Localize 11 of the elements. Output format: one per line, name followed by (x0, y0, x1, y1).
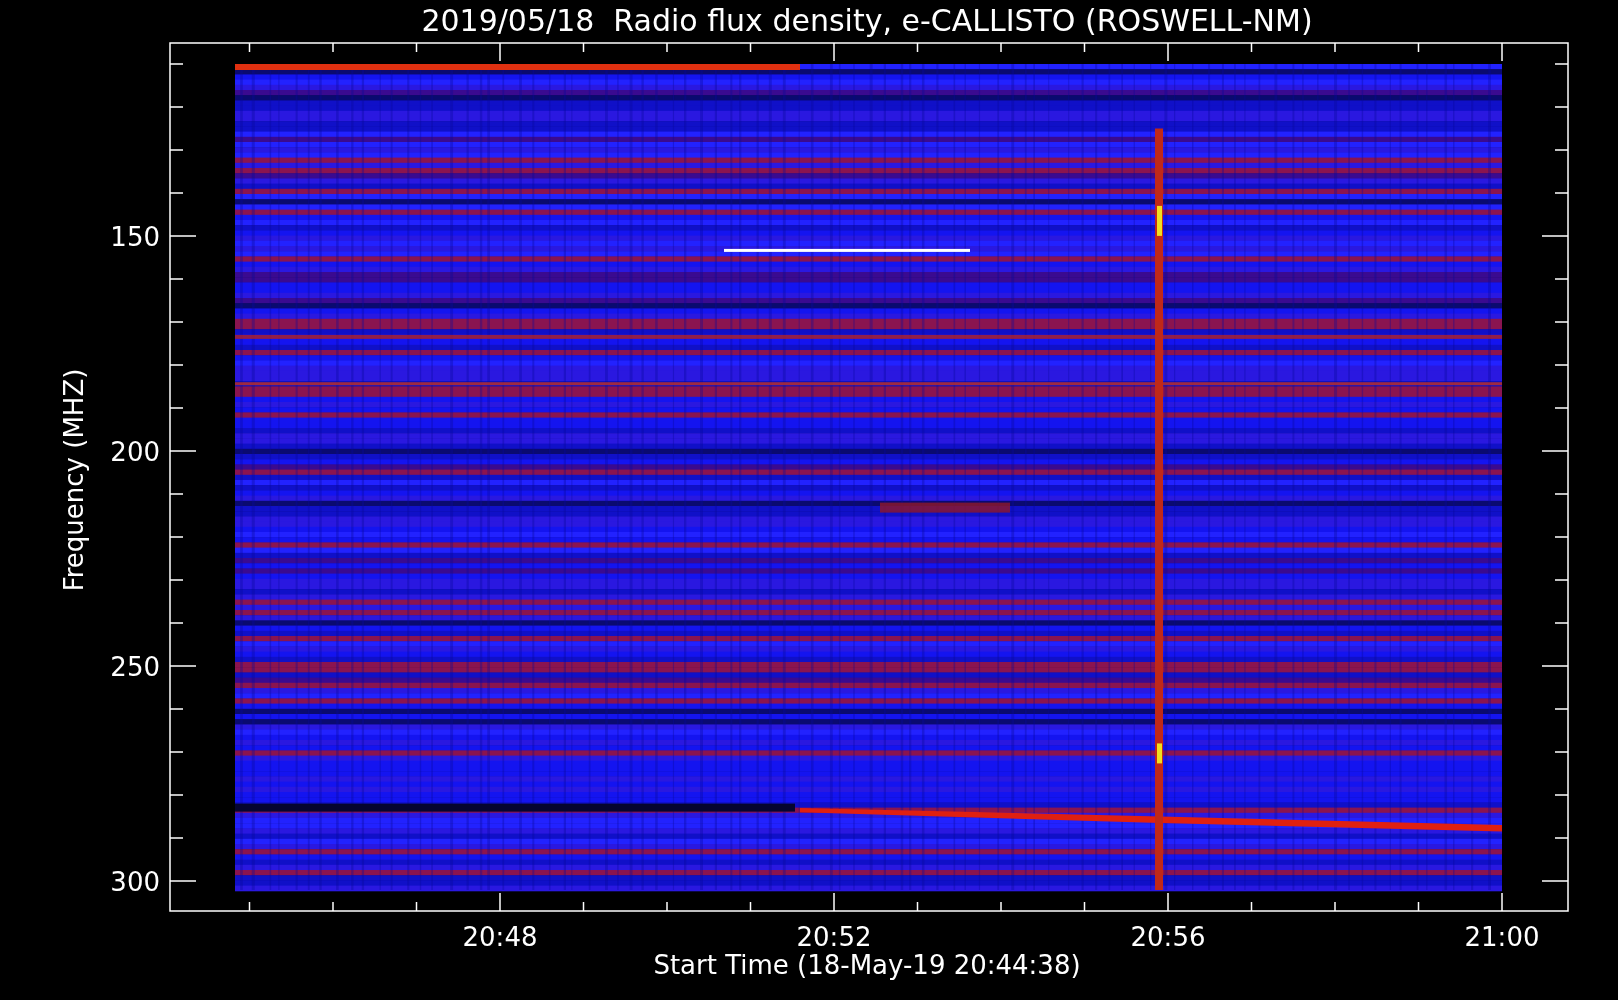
y-tick-label: 200 (110, 437, 160, 467)
x-tick-label: 21:00 (1464, 922, 1540, 952)
y-tick-label: 300 (110, 867, 160, 897)
x-axis-title: Start Time (18-May-19 20:44:38) (653, 950, 1081, 980)
x-tick-label: 20:56 (1130, 922, 1206, 952)
x-tick-label: 20:52 (796, 922, 872, 952)
y-tick-label: 250 (110, 652, 160, 682)
y-axis-title: Frequency (MHZ) (59, 368, 89, 592)
x-tick-label: 20:48 (462, 922, 538, 952)
plot-title: 2019/05/18 Radio flux density, e-CALLISTO (ROSWELL-NM) (421, 3, 1313, 38)
y-tick-label: 150 (110, 222, 160, 252)
